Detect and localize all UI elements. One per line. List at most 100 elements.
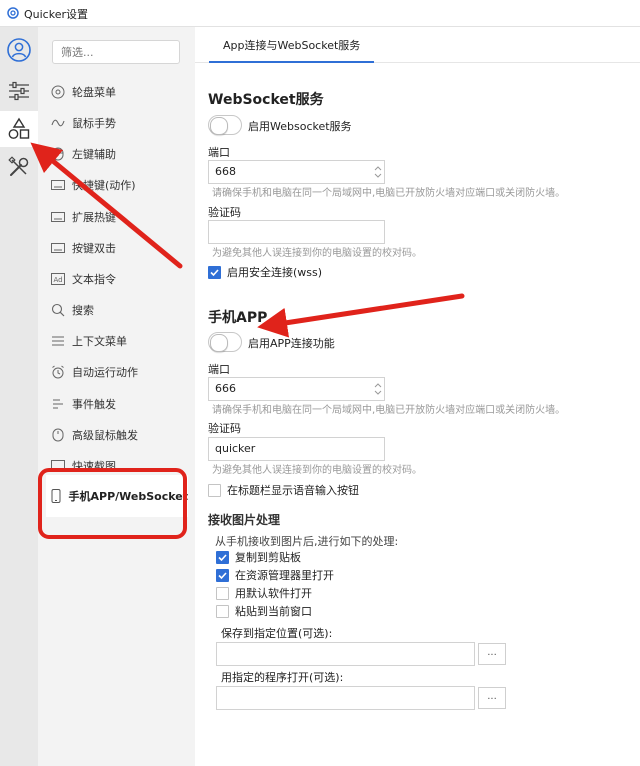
nav-item-label: 快捷键(动作) <box>72 179 136 192</box>
image-option-explorer-row[interactable]: 在资源管理器里打开 <box>216 567 334 583</box>
websocket-secure-checkbox[interactable] <box>208 265 221 279</box>
mouse-left-icon <box>50 146 66 162</box>
nav-item-key-double-click[interactable]: 按键双击 <box>46 236 188 260</box>
alarm-clock-icon <box>50 364 66 380</box>
websocket-code-hint: 为避免其他人误连接到你的电脑设置的校对码。 <box>212 248 422 259</box>
image-option-copy-label: 复制到剪贴板 <box>235 551 301 564</box>
nav-item-label: 手机APP/WebSocket <box>68 490 188 503</box>
checkmark-icon <box>210 268 219 276</box>
tools-icon <box>8 156 29 176</box>
image-option-default-app-label: 用默认软件打开 <box>235 587 312 600</box>
nav-item-event-trigger[interactable]: 事件触发 <box>46 392 188 416</box>
spinner-arrows-icon[interactable] <box>374 381 382 397</box>
open-with-label: 用指定的程序打开(可选): <box>221 671 344 684</box>
account-button[interactable] <box>0 32 38 68</box>
nav-item-label: 文本指令 <box>72 273 116 286</box>
image-option-copy-row[interactable]: 复制到剪贴板 <box>216 549 301 565</box>
nav-item-left-click-assist[interactable]: 左键辅助 <box>46 142 188 166</box>
image-option-explorer-checkbox[interactable] <box>216 568 229 582</box>
shapes-icon <box>8 117 30 139</box>
nav-item-text-command[interactable]: Ad 文本指令 <box>46 267 188 291</box>
websocket-enable-label: 启用Websocket服务 <box>248 120 352 133</box>
keyboard-icon <box>50 209 66 225</box>
nav-item-label: 上下文菜单 <box>72 335 127 348</box>
checkmark-icon <box>218 553 227 561</box>
shapes-button[interactable] <box>0 111 38 147</box>
app-code-value: quicker <box>215 442 256 455</box>
app-voice-label: 在标题栏显示语音输入按钮 <box>227 484 359 497</box>
app-enable-label: 启用APP连接功能 <box>248 337 335 350</box>
icon-sidebar <box>0 27 38 766</box>
image-option-default-app-row[interactable]: 用默认软件打开 <box>216 585 312 601</box>
websocket-section-title: WebSocket服务 <box>208 92 324 108</box>
image-option-copy-checkbox[interactable] <box>216 550 229 564</box>
websocket-code-field[interactable] <box>208 220 385 244</box>
sliders-icon <box>9 81 29 101</box>
svg-text:Ad: Ad <box>54 276 63 284</box>
nav-item-phone-app-websocket[interactable]: 手机APP/WebSocket <box>46 475 188 517</box>
sliders-button[interactable] <box>0 73 38 109</box>
open-with-field[interactable] <box>216 686 475 710</box>
nav-item-label: 左键辅助 <box>72 148 116 161</box>
user-icon <box>7 38 31 62</box>
websocket-port-value: 668 <box>215 165 236 178</box>
menu-lines-icon <box>50 333 66 349</box>
nav-item-label: 轮盘菜单 <box>72 86 116 99</box>
search-icon <box>50 302 66 318</box>
save-location-field[interactable] <box>216 642 475 666</box>
save-location-label: 保存到指定位置(可选): <box>221 627 333 640</box>
nav-item-advanced-mouse[interactable]: 高级鼠标触发 <box>46 423 188 447</box>
phone-icon <box>50 488 63 504</box>
nav-item-search[interactable]: 搜索 <box>46 298 188 322</box>
image-option-default-app-checkbox[interactable] <box>216 586 229 600</box>
image-section-title: 接收图片处理 <box>208 513 281 527</box>
event-trigger-icon <box>50 396 66 412</box>
nav-item-context-menu[interactable]: 上下文菜单 <box>46 329 188 353</box>
tools-button[interactable] <box>0 149 38 185</box>
websocket-port-field[interactable]: 668 <box>208 160 385 184</box>
checkmark-icon <box>218 571 227 579</box>
nav-item-label: 事件触发 <box>72 398 116 411</box>
settings-nav: 轮盘菜单 鼠标手势 左键辅助 快捷键(动作) 扩展热键 按键双击 Ad 文本指令… <box>38 27 195 766</box>
window-title: Quicker设置 <box>24 8 89 21</box>
nav-item-wheel-menu[interactable]: 轮盘菜单 <box>46 80 188 104</box>
tab-bar: App连接与WebSocket服务 <box>195 27 640 63</box>
tab-app-websocket[interactable]: App连接与WebSocket服务 <box>209 35 375 63</box>
app-voice-checkbox[interactable] <box>208 483 221 497</box>
nav-item-extended-hotkey[interactable]: 扩展热键 <box>46 205 188 229</box>
app-section-title: 手机APP <box>208 310 268 326</box>
title-bar: Quicker设置 <box>0 0 640 27</box>
wheel-icon <box>50 84 66 100</box>
image-option-paste-label: 粘贴到当前窗口 <box>235 605 312 618</box>
app-code-label: 验证码 <box>208 422 241 435</box>
keyboard-icon <box>50 177 66 193</box>
app-voice-row[interactable]: 在标题栏显示语音输入按钮 <box>208 482 359 498</box>
app-enable-toggle[interactable] <box>208 332 242 352</box>
nav-item-label: 搜索 <box>72 304 94 317</box>
app-code-field[interactable]: quicker <box>208 437 385 461</box>
websocket-port-hint: 请确保手机和电脑在同一个局域网中,电脑已开放防火墙对应端口或关闭防火墙。 <box>212 188 566 199</box>
websocket-secure-row[interactable]: 启用安全连接(wss) <box>208 264 322 280</box>
app-code-hint: 为避免其他人误连接到你的电脑设置的校对码。 <box>212 465 422 476</box>
spinner-arrows-icon[interactable] <box>374 164 382 180</box>
filter-input[interactable] <box>52 40 180 64</box>
nav-item-mouse-gesture[interactable]: 鼠标手势 <box>46 111 188 135</box>
nav-item-label: 鼠标手势 <box>72 117 116 130</box>
nav-item-label: 自动运行动作 <box>72 366 138 379</box>
websocket-port-label: 端口 <box>208 146 230 159</box>
open-with-browse-button[interactable]: ... <box>478 687 506 709</box>
nav-item-label: 扩展热键 <box>72 211 116 224</box>
save-location-browse-button[interactable]: ... <box>478 643 506 665</box>
nav-item-auto-run[interactable]: 自动运行动作 <box>46 360 188 384</box>
keyboard-icon <box>50 240 66 256</box>
websocket-secure-label: 启用安全连接(wss) <box>227 266 323 279</box>
app-port-field[interactable]: 666 <box>208 377 385 401</box>
app-port-value: 666 <box>215 382 236 395</box>
image-section-desc: 从手机接收到图片后,进行如下的处理: <box>215 535 399 548</box>
nav-item-shortcut-action[interactable]: 快捷键(动作) <box>46 173 188 197</box>
websocket-enable-toggle[interactable] <box>208 115 242 135</box>
nav-item-label: 快速截图 <box>72 460 116 473</box>
image-option-paste-checkbox[interactable] <box>216 604 229 618</box>
nav-item-label: 高级鼠标触发 <box>72 429 138 442</box>
image-option-paste-row[interactable]: 粘贴到当前窗口 <box>216 603 312 619</box>
